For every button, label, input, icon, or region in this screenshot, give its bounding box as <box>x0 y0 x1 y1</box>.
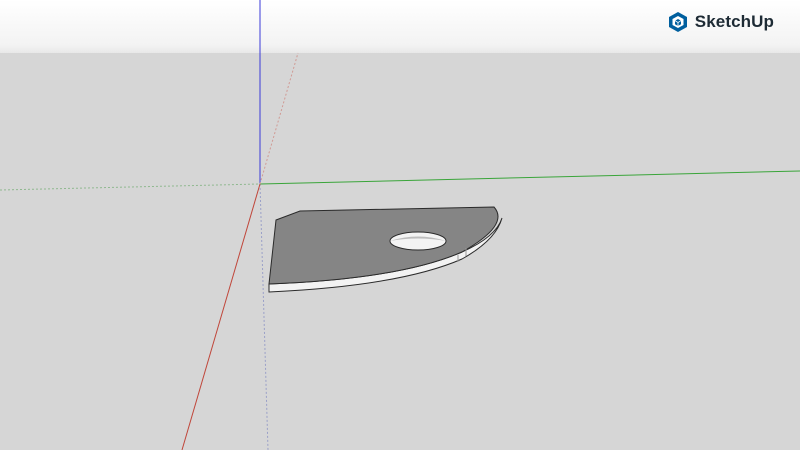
sketchup-viewport[interactable]: SketchUp <box>0 0 800 450</box>
plate-model[interactable] <box>268 206 503 293</box>
model-scene[interactable] <box>0 0 800 450</box>
plate-top-face[interactable] <box>268 206 499 285</box>
green-axis-hidden <box>0 183 261 191</box>
blue-axis-hidden <box>259 183 269 450</box>
red-axis[interactable] <box>181 183 261 450</box>
red-axis-hidden <box>259 52 299 185</box>
sketchup-logo-icon <box>667 11 689 33</box>
sketchup-logo: SketchUp <box>667 11 774 33</box>
logo-text: SketchUp <box>694 12 774 31</box>
green-axis[interactable] <box>259 170 800 185</box>
plate-hole[interactable] <box>389 231 447 251</box>
